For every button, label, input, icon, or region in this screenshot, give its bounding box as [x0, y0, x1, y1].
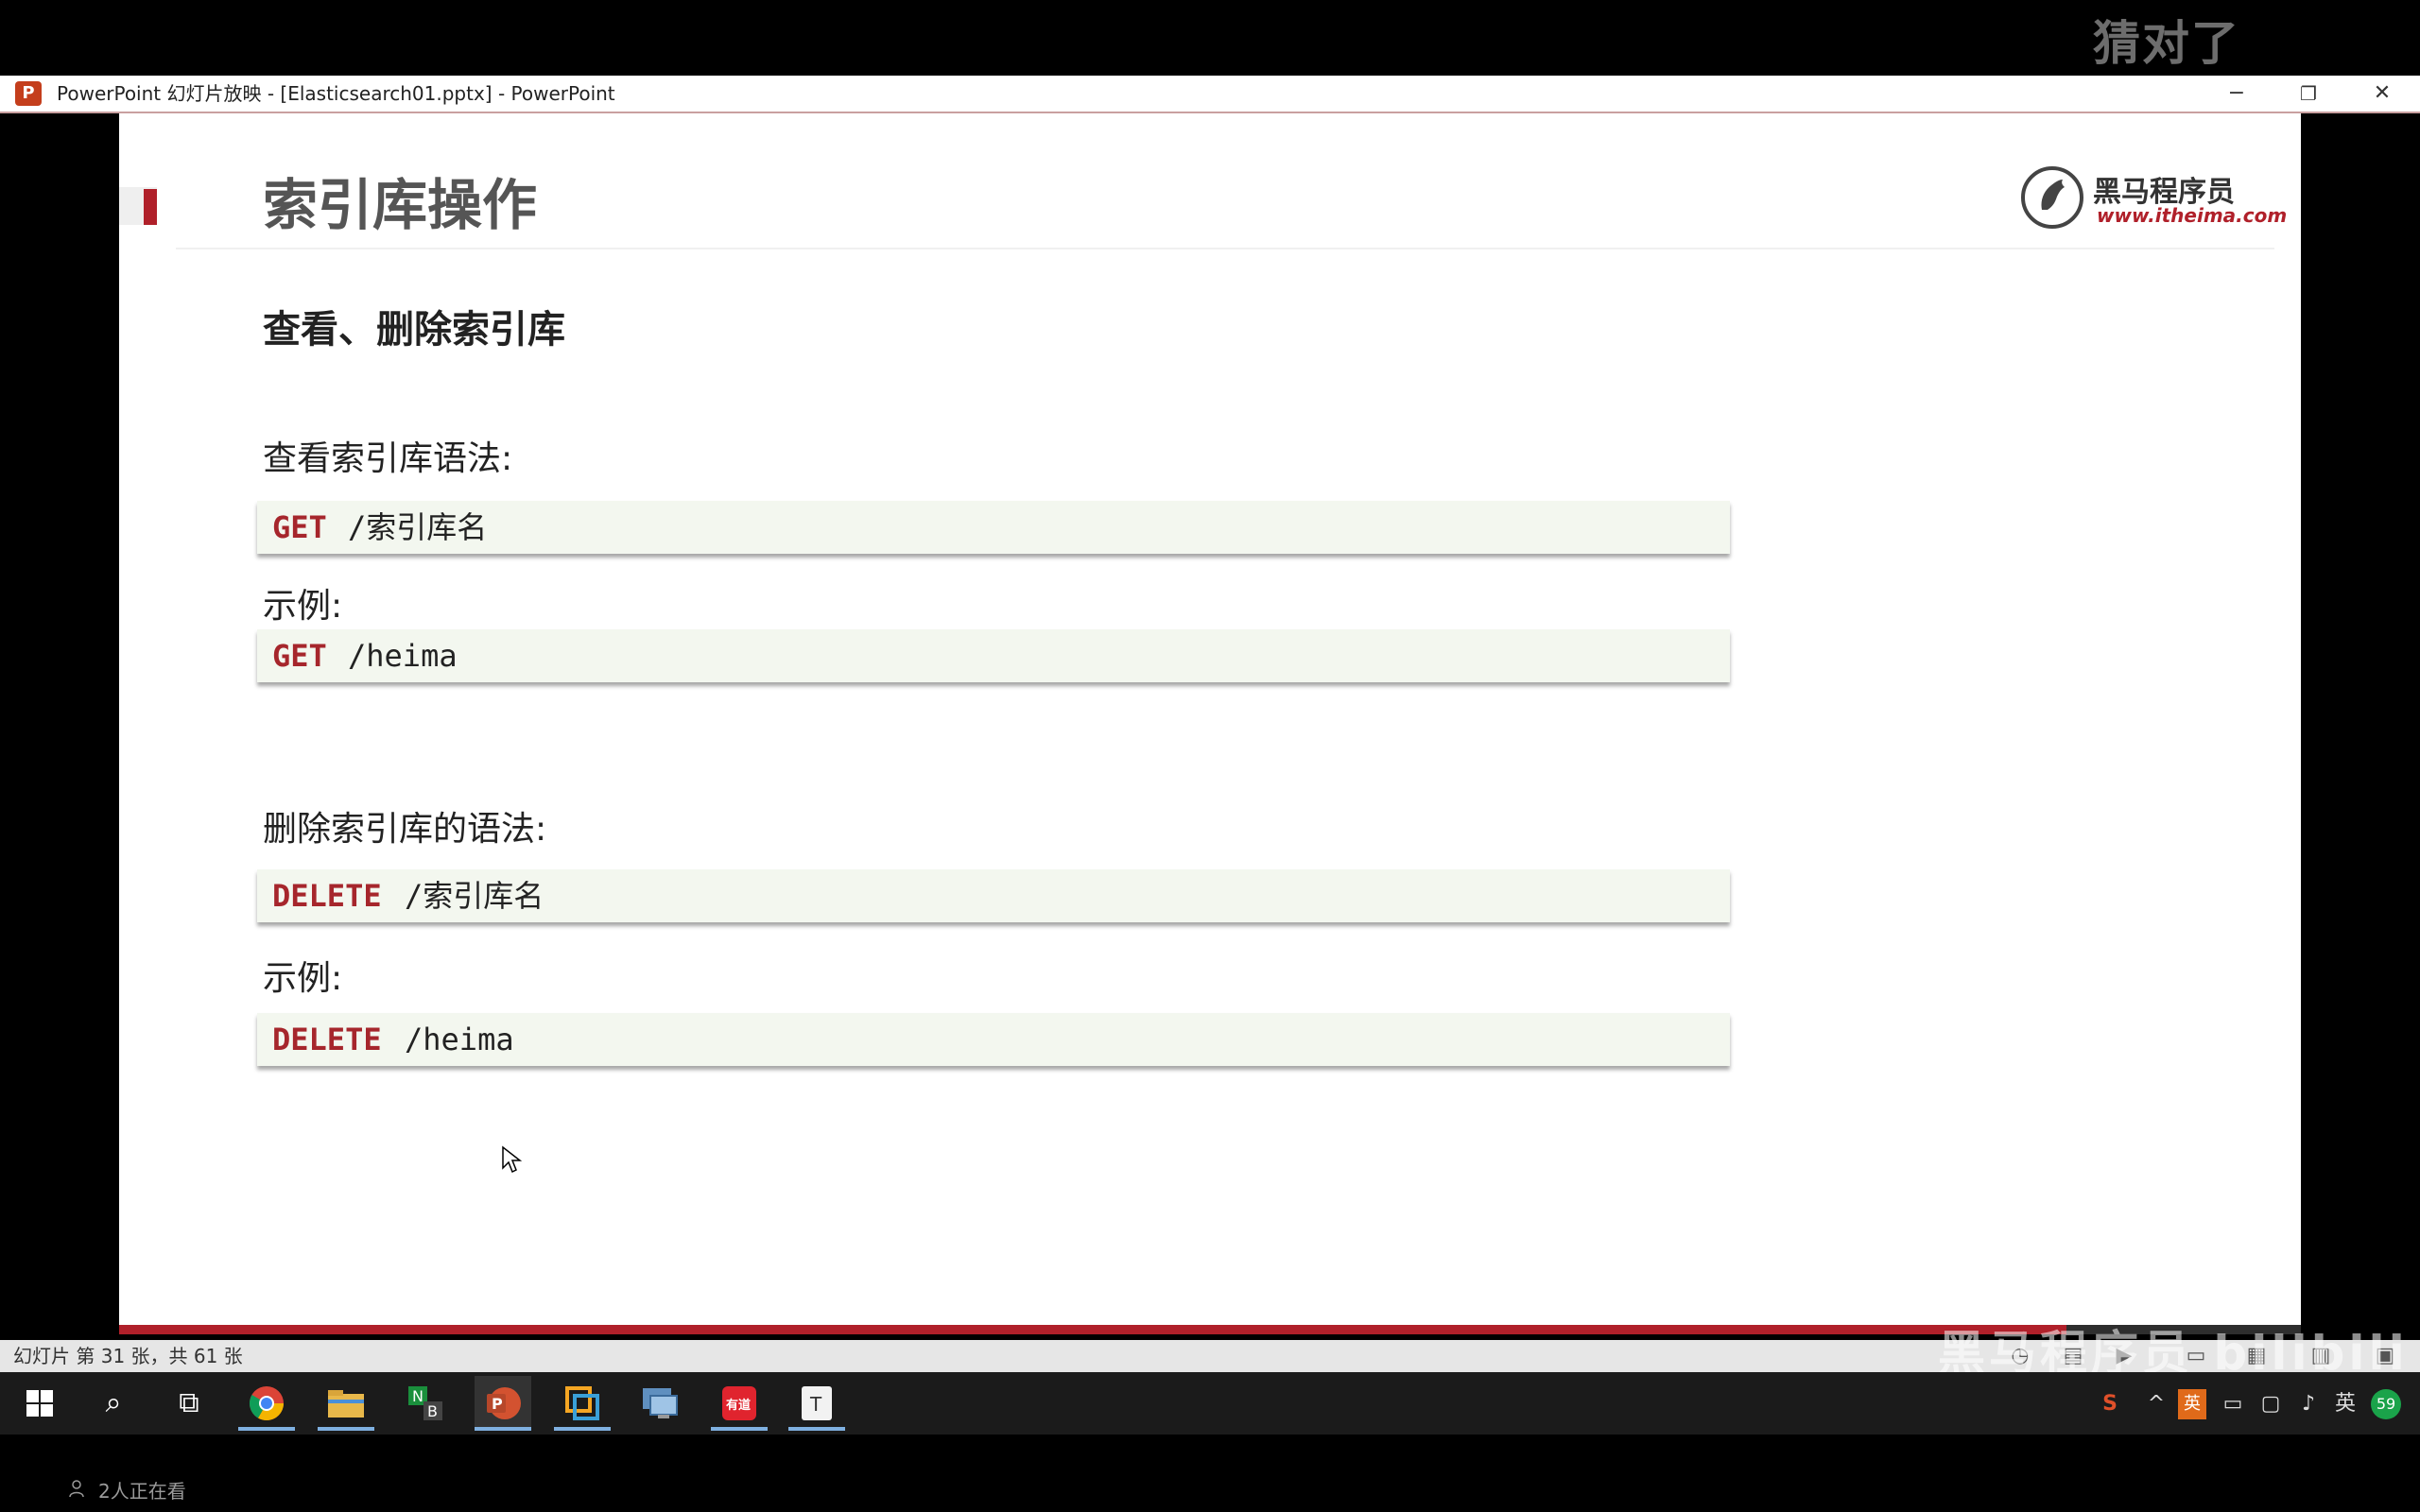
search-icon[interactable]: ⌕ [85, 1376, 142, 1431]
logo-url: www.itheima.com [2097, 204, 2288, 227]
powerpoint-taskbar-icon[interactable]: P [475, 1376, 531, 1431]
section-heading: 查看、删除索引库 [263, 308, 565, 352]
code-argument: /heima [405, 1022, 514, 1057]
code-argument: /索引库名 [348, 509, 488, 545]
svg-text:P: P [492, 1395, 503, 1413]
code-argument: /heima [348, 638, 458, 674]
svg-text:T: T [809, 1393, 822, 1416]
viewer-icon [68, 1478, 89, 1499]
slide-title: 索引库操作 [263, 173, 538, 237]
title-divider [176, 248, 2274, 249]
youdao-dict-icon[interactable]: 有道 [711, 1376, 768, 1431]
top-black-band [0, 0, 2420, 76]
svg-text:B: B [427, 1402, 438, 1420]
ime-language[interactable]: 英 [2329, 1389, 2361, 1419]
svg-text:N: N [412, 1387, 424, 1405]
minimize-button[interactable]: − [2201, 76, 2273, 112]
typora-icon[interactable]: T [788, 1376, 845, 1431]
code-block-view-example: GET /heima [257, 629, 1730, 682]
code-keyword: DELETE [272, 878, 382, 914]
viewer-count: 2人正在看 [98, 1480, 186, 1503]
delete-syntax-label: 删除索引库的语法: [263, 810, 547, 849]
windows-start-icon[interactable] [11, 1376, 68, 1431]
sogou-input-icon[interactable]: S [2093, 1389, 2127, 1419]
close-button[interactable]: ✕ [2346, 76, 2418, 112]
title-accent-bar [144, 189, 157, 225]
window-title: PowerPoint 幻灯片放映 - [Elasticsearch01.pptx… [57, 82, 615, 105]
notification-badge[interactable]: 59 [2371, 1389, 2401, 1419]
show-hidden-icons-icon[interactable]: ^ [2142, 1389, 2170, 1419]
view-syntax-label: 查看索引库语法: [263, 439, 513, 478]
volume-icon[interactable]: ♪ [2291, 1389, 2325, 1419]
svg-text:有道: 有道 [726, 1398, 751, 1413]
view-example-label: 示例: [263, 587, 343, 626]
code-argument: /索引库名 [405, 878, 544, 914]
horse-icon [2041, 180, 2065, 210]
chrome-icon[interactable] [238, 1376, 295, 1431]
code-keyword: GET [272, 638, 327, 674]
restore-button[interactable]: ❐ [2273, 76, 2344, 112]
file-explorer-icon[interactable] [318, 1376, 374, 1431]
nb-app-icon[interactable]: NB [397, 1376, 454, 1431]
slide[interactable]: 索引库操作 黑马程序员 www.itheima.com 查看、删除索引库 查看索… [119, 113, 2301, 1334]
vm-app-icon[interactable] [554, 1376, 611, 1431]
itheima-logo: 黑马程序员 www.itheima.com [2021, 161, 2287, 232]
ime-indicator-badge[interactable]: 英 [2178, 1389, 2206, 1419]
code-block-view-syntax: GET /索引库名 [257, 501, 1730, 554]
code-block-delete-example: DELETE /heima [257, 1013, 1730, 1066]
network-icon[interactable]: ▢ [2254, 1389, 2288, 1419]
bottom-black-area [0, 1435, 2420, 1512]
delete-example-label: 示例: [263, 959, 343, 998]
code-block-delete-syntax: DELETE /索引库名 [257, 869, 1730, 922]
code-keyword: DELETE [272, 1022, 382, 1057]
code-keyword: GET [272, 509, 327, 545]
mouse-cursor-icon [502, 1145, 522, 1174]
battery-icon[interactable]: ▭ [2216, 1389, 2250, 1419]
task-view-icon[interactable]: ⧉ [161, 1376, 217, 1431]
slide-counter: 幻灯片 第 31 张，共 61 张 [13, 1345, 243, 1367]
powerpoint-app-icon: P [15, 81, 42, 106]
overlay-caption: 猜对了 [2093, 16, 2240, 71]
remote-desktop-icon[interactable] [631, 1376, 688, 1431]
